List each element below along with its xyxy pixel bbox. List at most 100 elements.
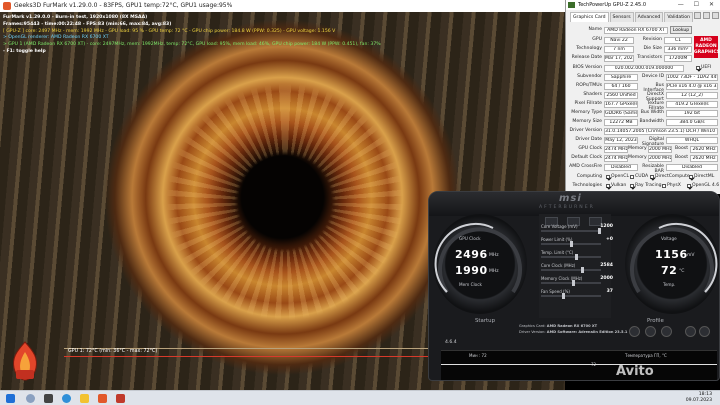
slider-track[interactable] (541, 230, 601, 232)
driver-value: AMD Software: Adrenalin Edition 23.5.1 (546, 330, 628, 334)
apply-button[interactable] (645, 326, 656, 337)
window-controls[interactable]: — ☐ ✕ (678, 0, 718, 10)
default-clock-value: 2474 MHz (604, 155, 628, 162)
uefi-checkbox[interactable] (696, 66, 700, 70)
slider-track[interactable] (541, 295, 601, 297)
bandwidth-value: 384.0 GB/s (666, 119, 718, 126)
ray-tracing-label: Ray Tracing (635, 183, 662, 188)
card-info: Graphics Card: AMD Radeon RX 6700 XT Dri… (519, 323, 627, 335)
device-id-label: Device ID (641, 74, 664, 79)
profile-label: Profile (647, 318, 664, 324)
gpu-memory-value: 2000 MHz (648, 146, 672, 153)
slider-core-clock[interactable]: Core Clock (MHz) 2584 (541, 263, 613, 274)
driver-version-label: Driver Version (569, 128, 603, 133)
slider-temp-limit[interactable]: Temp. Limit (°C) (541, 250, 613, 261)
slider-thumb[interactable] (569, 241, 573, 247)
slider-core-voltage[interactable]: Core Voltage (mV) 1200 (541, 224, 613, 235)
tab-validation[interactable]: Validation (664, 12, 694, 22)
default-boost-value: 2620 MHz (690, 155, 718, 162)
profile-1-button[interactable] (685, 326, 696, 337)
die-size-value: 336 mm² (664, 46, 692, 53)
camera-icon[interactable] (694, 12, 701, 19)
technologies-label: Technologies (572, 183, 602, 188)
start-button-icon[interactable] (6, 394, 15, 403)
opengl-checkbox (687, 184, 691, 188)
technology-label: Technology (576, 46, 602, 51)
default-clock-label: Default Clock (571, 155, 602, 160)
info-line: - F1: toggle help (3, 48, 46, 54)
afterburner-window[interactable]: msi AFTERBURNER GPU Clock 2496 MHz 1990 … (428, 191, 720, 381)
furmark-title-bar[interactable]: Geeks3D FurMark v1.29.0.0 - 83FPS, GPU1 … (0, 0, 565, 12)
monitoring-graph[interactable]: Мин : 72 Температура ГП, °С 72 (441, 350, 717, 380)
slider-name: Core Voltage (mV) (541, 224, 578, 229)
save-button[interactable] (661, 326, 672, 337)
slider-fan-speed[interactable]: Fan Speed (%) 37 (541, 289, 613, 300)
default-memory-label: Memory (628, 155, 647, 160)
gpu-boost-label: Boost (675, 146, 688, 151)
furmark-app-icon (3, 2, 11, 10)
edge-icon[interactable] (62, 394, 71, 403)
slider-thumb[interactable] (572, 280, 576, 286)
tab-advanced[interactable]: Advanced (634, 12, 664, 22)
slider-memory-clock[interactable]: Memory Clock (MHz) 2000 (541, 276, 613, 287)
bus-width-value: 192 bit (666, 110, 718, 117)
info-line: Frames:95443 - time:00:22:48 - FPS:83 (m… (3, 21, 172, 27)
graph-title: Температура ГП, °С (625, 353, 667, 358)
taskbar-clock[interactable]: 18:13 09.07.2023 (686, 392, 712, 404)
search-icon[interactable] (26, 394, 35, 403)
texture-fillrate-value: 419.2 GTexel/s (666, 101, 718, 108)
temp-value: 72 (661, 264, 678, 277)
bios-version-value: 020.002.000.019.000000 (604, 65, 684, 72)
slider-power-limit[interactable]: Power Limit (%) +0 (541, 237, 613, 248)
vulkan-label: Vulkan (611, 183, 627, 188)
gpu-memory-label: Memory (628, 146, 647, 151)
name-label: Name (588, 27, 602, 32)
slider-track[interactable] (541, 282, 601, 284)
slider-thumb[interactable] (562, 293, 566, 299)
slider-track[interactable] (541, 256, 601, 258)
revision-value: C1 (664, 37, 692, 44)
furmark-taskbar-icon[interactable] (98, 394, 107, 403)
bus-interface-value: PCIe x16 4.0 @ x16 3.0 (666, 83, 718, 90)
gpuz-title-bar[interactable]: TechPowerUp GPU-Z 2.45.0 — ☐ ✕ (566, 0, 720, 10)
profile-2-button[interactable] (699, 326, 710, 337)
tab-sensors[interactable]: Sensors (609, 12, 634, 22)
reset-button[interactable] (629, 326, 640, 337)
driver-label: Driver Version: (519, 330, 546, 334)
resizable-bar-value: Disabled (666, 164, 718, 171)
voltage-label: Voltage (661, 236, 677, 241)
slider-thumb[interactable] (598, 228, 601, 234)
lookup-button[interactable]: Lookup (670, 26, 692, 34)
afterburner-header[interactable]: msi AFTERBURNER (429, 192, 719, 216)
msi-logo: msi (559, 193, 582, 204)
directx-value: 12 (12_2) (666, 92, 718, 99)
pixel-fillrate-value: 167.7 GPixel/s (604, 101, 638, 108)
resizable-bar-label: Resizable BAR (642, 164, 664, 174)
mem-clock-value: 1990 (455, 264, 488, 277)
task-view-icon[interactable] (44, 394, 53, 403)
vulkan-checkbox (606, 184, 610, 188)
slider-thumb[interactable] (575, 254, 579, 260)
gpuz-window[interactable]: TechPowerUp GPU-Z 2.45.0 — ☐ ✕ Graphics … (565, 0, 720, 194)
afterburner-taskbar-icon[interactable] (116, 394, 125, 403)
slider-name: Core Clock (MHz) (541, 263, 576, 268)
slider-name: Temp. Limit (°C) (541, 250, 574, 255)
tab-graphics-card[interactable]: Graphics Card (570, 12, 609, 22)
gpuz-app-icon (568, 2, 575, 8)
release-date-label: Release Date (571, 55, 602, 60)
crossfire-value: Disabled (604, 164, 638, 171)
opencl-checkbox (606, 175, 610, 179)
digital-signature-value: WHQL (666, 137, 718, 144)
directcompute-checkbox (650, 175, 654, 179)
slider-track[interactable] (541, 269, 601, 271)
refresh-icon[interactable] (703, 12, 710, 19)
file-explorer-icon[interactable] (80, 394, 89, 403)
menu-icon[interactable] (712, 12, 719, 19)
driver-version-value: 31.0.14057.2005 (Crimson 23.5.1) DCH / W… (604, 128, 718, 135)
cuda-checkbox (630, 175, 634, 179)
slider-thumb[interactable] (580, 267, 584, 273)
memory-type-value: GDDR6 (Samsung) (604, 110, 638, 117)
directml-label: DirectML (694, 174, 715, 179)
avito-watermark: Avito (616, 364, 654, 379)
memory-size-label: Memory Size (572, 119, 602, 124)
